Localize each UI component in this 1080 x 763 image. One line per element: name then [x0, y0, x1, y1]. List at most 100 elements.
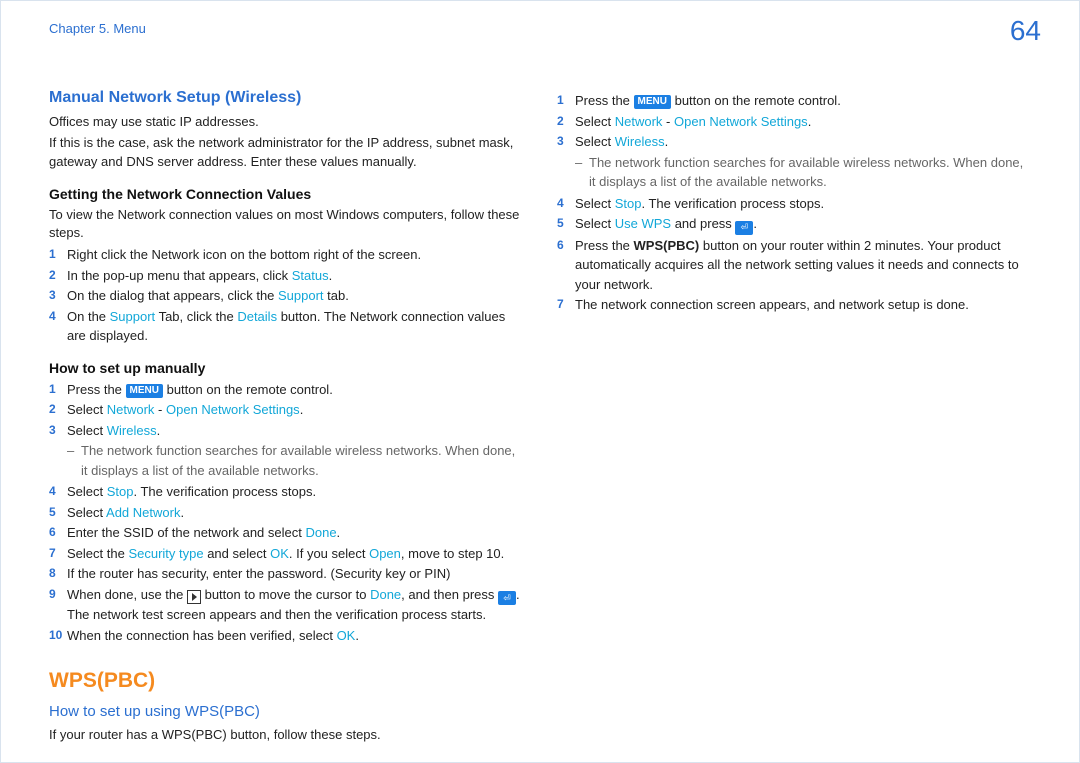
- step-text: On the dialog that appears, click the: [67, 288, 278, 303]
- step-text: On the: [67, 309, 110, 324]
- ok-link: OK: [337, 628, 356, 643]
- step-text: Select: [575, 114, 615, 129]
- step-text: The network connection screen appears, a…: [575, 297, 969, 312]
- step-text: .: [180, 505, 184, 520]
- details-link: Details: [237, 309, 277, 324]
- list-item: Select Wireless.: [49, 421, 523, 441]
- list-item: Select Stop. The verification process st…: [557, 194, 1031, 214]
- support-link: Support: [278, 288, 324, 303]
- step-text: .: [329, 268, 333, 283]
- step-text: If the router has security, enter the pa…: [67, 566, 450, 581]
- step-text: . If you select: [289, 546, 369, 561]
- step-text: When done, use the: [67, 587, 187, 602]
- step-text: In the pop-up menu that appears, click: [67, 268, 292, 283]
- step-text: , move to step 10.: [401, 546, 504, 561]
- manual-setup-steps: Press the MENU button on the remote cont…: [49, 380, 523, 441]
- step-text: Right click the Network icon on the bott…: [67, 247, 421, 262]
- open-link: Open: [369, 546, 401, 561]
- done-link: Done: [305, 525, 336, 540]
- step-text: When the connection has been verified, s…: [67, 628, 337, 643]
- list-item: Select Use WPS and press ⏎.: [557, 214, 1031, 235]
- list-item: Press the WPS(PBC) button on your router…: [557, 236, 1031, 295]
- list-item: The network connection screen appears, a…: [557, 295, 1031, 315]
- network-values-steps: Right click the Network icon on the bott…: [49, 245, 523, 346]
- open-network-settings-link: Open Network Settings: [166, 402, 300, 417]
- step-text: -: [154, 402, 166, 417]
- list-item: On the Support Tab, click the Details bu…: [49, 307, 523, 346]
- list-item: Press the MENU button on the remote cont…: [49, 380, 523, 400]
- menu-button-icon: MENU: [634, 95, 671, 109]
- step-text: Press the: [575, 238, 634, 253]
- paragraph: If this is the case, ask the network adm…: [49, 134, 523, 172]
- status-link: Status: [292, 268, 329, 283]
- step-text: .: [300, 402, 304, 417]
- step-text: tab.: [324, 288, 349, 303]
- step-text: Select: [575, 134, 615, 149]
- list-item: On the dialog that appears, click the Su…: [49, 286, 523, 306]
- enter-button-icon: ⏎: [735, 221, 753, 235]
- list-item: Select Network - Open Network Settings.: [557, 112, 1031, 132]
- step-text: -: [662, 114, 674, 129]
- wireless-link: Wireless: [615, 134, 665, 149]
- list-item: Press the MENU button on the remote cont…: [557, 91, 1031, 111]
- step-text: .: [157, 423, 161, 438]
- list-item: Select Add Network.: [49, 503, 523, 523]
- step-text: button on the remote control.: [163, 382, 333, 397]
- wps-steps-cont: Select Stop. The verification process st…: [557, 194, 1031, 315]
- security-type-link: Security type: [128, 546, 203, 561]
- sub-note: The network function searches for availa…: [557, 153, 1031, 192]
- step-text: .: [355, 628, 359, 643]
- step-text: Select the: [67, 546, 128, 561]
- ok-link: OK: [270, 546, 289, 561]
- page-header: Chapter 5. Menu 64: [1, 1, 1079, 55]
- heading-manual-setup: Manual Network Setup (Wireless): [49, 89, 523, 107]
- list-item: Select Wireless.: [557, 132, 1031, 152]
- step-text: . The verification process stops.: [134, 484, 317, 499]
- list-item: Enter the SSID of the network and select…: [49, 523, 523, 543]
- step-text: .: [753, 216, 757, 231]
- page-number: 64: [1010, 15, 1041, 47]
- left-column: Manual Network Setup (Wireless) Offices …: [49, 89, 523, 747]
- paragraph: To view the Network connection values on…: [49, 206, 523, 244]
- step-text: Select: [67, 505, 106, 520]
- step-text: Enter the SSID of the network and select: [67, 525, 305, 540]
- open-network-settings-link: Open Network Settings: [674, 114, 808, 129]
- step-text: button to move the cursor to: [201, 587, 370, 602]
- chapter-label: Chapter 5. Menu: [49, 21, 146, 36]
- step-text: Select: [67, 423, 107, 438]
- list-item: When the connection has been verified, s…: [49, 626, 523, 646]
- menu-button-icon: MENU: [126, 384, 163, 398]
- list-item: If the router has security, enter the pa…: [49, 564, 523, 584]
- play-right-icon: [187, 590, 201, 604]
- right-column: Press the MENU button on the remote cont…: [557, 89, 1031, 747]
- step-text: Select: [67, 484, 107, 499]
- step-text: Select: [575, 196, 615, 211]
- enter-button-icon: ⏎: [498, 591, 516, 605]
- step-text: .: [337, 525, 341, 540]
- step-text: Tab, click the: [155, 309, 237, 324]
- stop-link: Stop: [615, 196, 642, 211]
- network-link: Network: [615, 114, 663, 129]
- step-text: .: [665, 134, 669, 149]
- list-item: In the pop-up menu that appears, click S…: [49, 266, 523, 286]
- step-text: button on the remote control.: [671, 93, 841, 108]
- heading-setup-manually: How to set up manually: [49, 360, 523, 376]
- manual-setup-steps-cont: Select Stop. The verification process st…: [49, 482, 523, 645]
- content-columns: Manual Network Setup (Wireless) Offices …: [1, 89, 1079, 747]
- list-item: When done, use the button to move the cu…: [49, 585, 523, 625]
- step-text: Select: [575, 216, 615, 231]
- list-item: Select the Security type and select OK. …: [49, 544, 523, 564]
- use-wps-link: Use WPS: [615, 216, 671, 231]
- step-text: Press the: [67, 382, 126, 397]
- step-text: Press the: [575, 93, 634, 108]
- step-text: Select: [67, 402, 107, 417]
- heading-wps-pbc: WPS(PBC): [49, 669, 523, 693]
- add-network-link: Add Network: [106, 505, 180, 520]
- step-text: .: [808, 114, 812, 129]
- list-item: Right click the Network icon on the bott…: [49, 245, 523, 265]
- network-link: Network: [107, 402, 155, 417]
- step-text: . The verification process stops.: [642, 196, 825, 211]
- sub-note: The network function searches for availa…: [49, 441, 523, 480]
- list-item: Select Network - Open Network Settings.: [49, 400, 523, 420]
- paragraph: Offices may use static IP addresses.: [49, 113, 523, 132]
